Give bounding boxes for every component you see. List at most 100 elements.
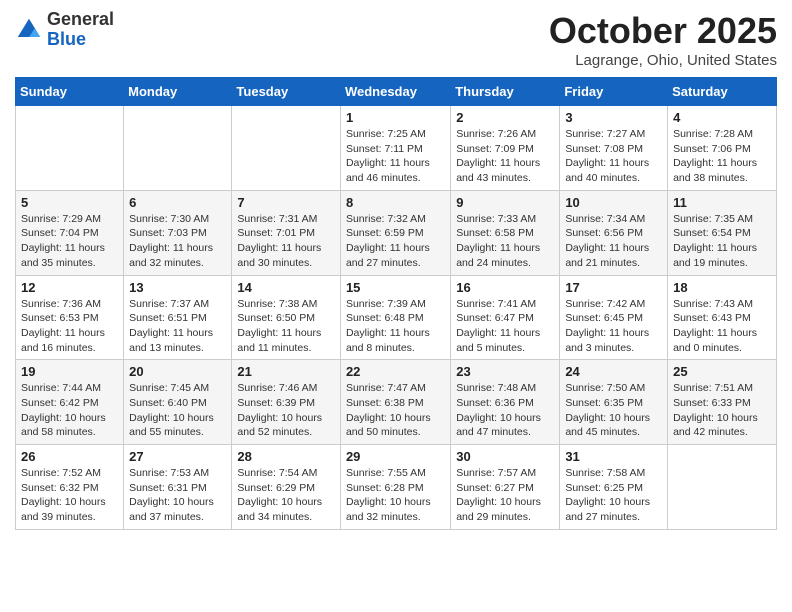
day-info: Sunrise: 7:41 AMSunset: 6:47 PMDaylight:… bbox=[456, 297, 554, 356]
calendar-cell: 12 Sunrise: 7:36 AMSunset: 6:53 PMDayligh… bbox=[16, 275, 124, 360]
month-title: October 2025 bbox=[549, 10, 777, 52]
day-number: 21 bbox=[237, 364, 335, 379]
day-number: 10 bbox=[565, 195, 662, 210]
day-number: 12 bbox=[21, 280, 118, 295]
calendar-cell: 23 Sunrise: 7:48 AMSunset: 6:36 PMDayligh… bbox=[451, 360, 560, 445]
day-number: 22 bbox=[346, 364, 445, 379]
day-number: 30 bbox=[456, 449, 554, 464]
column-header-tuesday: Tuesday bbox=[232, 78, 341, 106]
calendar-cell: 11Sunrise: 7:35 AMSunset: 6:54 PMDayligh… bbox=[668, 190, 777, 275]
calendar-week-2: 5 Sunrise: 7:29 AMSunset: 7:04 PMDaylight… bbox=[16, 190, 777, 275]
calendar-cell: 25 Sunrise: 7:51 AMSunset: 6:33 PMDayligh… bbox=[668, 360, 777, 445]
calendar-cell: 3Sunrise: 7:27 AMSunset: 7:08 PMDaylight… bbox=[560, 106, 668, 191]
calendar-cell: 16 Sunrise: 7:41 AMSunset: 6:47 PMDayligh… bbox=[451, 275, 560, 360]
day-number: 25 bbox=[673, 364, 771, 379]
day-info: Sunrise: 7:53 AMSunset: 6:31 PMDaylight:… bbox=[129, 466, 226, 525]
day-number: 9 bbox=[456, 195, 554, 210]
column-header-saturday: Saturday bbox=[668, 78, 777, 106]
calendar-cell: 10 Sunrise: 7:34 AMSunset: 6:56 PMDayligh… bbox=[560, 190, 668, 275]
day-info: Sunrise: 7:32 AMSunset: 6:59 PMDaylight:… bbox=[346, 212, 445, 271]
day-info: Sunrise: 7:29 AMSunset: 7:04 PMDaylight:… bbox=[21, 212, 118, 271]
calendar-cell: 21 Sunrise: 7:46 AMSunset: 6:39 PMDayligh… bbox=[232, 360, 341, 445]
day-info: Sunrise: 7:26 AMSunset: 7:09 PMDaylight:… bbox=[456, 127, 554, 186]
day-info: Sunrise: 7:47 AMSunset: 6:38 PMDaylight:… bbox=[346, 381, 445, 440]
day-number: 31 bbox=[565, 449, 662, 464]
calendar-cell: 31 Sunrise: 7:58 AMSunset: 6:25 PMDayligh… bbox=[560, 445, 668, 530]
calendar-cell: 28 Sunrise: 7:54 AMSunset: 6:29 PMDayligh… bbox=[232, 445, 341, 530]
day-info: Sunrise: 7:30 AMSunset: 7:03 PMDaylight:… bbox=[129, 212, 226, 271]
day-info: Sunrise: 7:37 AMSunset: 6:51 PMDaylight:… bbox=[129, 297, 226, 356]
calendar-week-4: 19 Sunrise: 7:44 AMSunset: 6:42 PMDayligh… bbox=[16, 360, 777, 445]
header-row: SundayMondayTuesdayWednesdayThursdayFrid… bbox=[16, 78, 777, 106]
day-info: Sunrise: 7:52 AMSunset: 6:32 PMDaylight:… bbox=[21, 466, 118, 525]
day-info: Sunrise: 7:58 AMSunset: 6:25 PMDaylight:… bbox=[565, 466, 662, 525]
day-info: Sunrise: 7:34 AMSunset: 6:56 PMDaylight:… bbox=[565, 212, 662, 271]
calendar-cell: 22 Sunrise: 7:47 AMSunset: 6:38 PMDayligh… bbox=[340, 360, 450, 445]
calendar-cell: 19 Sunrise: 7:44 AMSunset: 6:42 PMDayligh… bbox=[16, 360, 124, 445]
day-number: 20 bbox=[129, 364, 226, 379]
logo-text: General Blue bbox=[47, 10, 114, 50]
day-info: Sunrise: 7:45 AMSunset: 6:40 PMDaylight:… bbox=[129, 381, 226, 440]
day-info: Sunrise: 7:38 AMSunset: 6:50 PMDaylight:… bbox=[237, 297, 335, 356]
day-info: Sunrise: 7:46 AMSunset: 6:39 PMDaylight:… bbox=[237, 381, 335, 440]
column-header-wednesday: Wednesday bbox=[340, 78, 450, 106]
column-header-thursday: Thursday bbox=[451, 78, 560, 106]
day-info: Sunrise: 7:51 AMSunset: 6:33 PMDaylight:… bbox=[673, 381, 771, 440]
calendar-cell: 26 Sunrise: 7:52 AMSunset: 6:32 PMDayligh… bbox=[16, 445, 124, 530]
calendar-week-1: 1Sunrise: 7:25 AMSunset: 7:11 PMDaylight… bbox=[16, 106, 777, 191]
day-number: 28 bbox=[237, 449, 335, 464]
day-info: Sunrise: 7:35 AMSunset: 6:54 PMDaylight:… bbox=[673, 212, 771, 271]
day-number: 14 bbox=[237, 280, 335, 295]
day-info: Sunrise: 7:48 AMSunset: 6:36 PMDaylight:… bbox=[456, 381, 554, 440]
logo: General Blue bbox=[15, 10, 114, 50]
day-number: 13 bbox=[129, 280, 226, 295]
day-info: Sunrise: 7:28 AMSunset: 7:06 PMDaylight:… bbox=[673, 127, 771, 186]
calendar-cell: 27Sunrise: 7:53 AMSunset: 6:31 PMDayligh… bbox=[124, 445, 232, 530]
day-info: Sunrise: 7:44 AMSunset: 6:42 PMDaylight:… bbox=[21, 381, 118, 440]
calendar-cell: 8 Sunrise: 7:32 AMSunset: 6:59 PMDaylight… bbox=[340, 190, 450, 275]
day-info: Sunrise: 7:43 AMSunset: 6:43 PMDaylight:… bbox=[673, 297, 771, 356]
day-number: 19 bbox=[21, 364, 118, 379]
logo-general: General bbox=[47, 9, 114, 29]
day-number: 17 bbox=[565, 280, 662, 295]
calendar-cell: 15Sunrise: 7:39 AMSunset: 6:48 PMDayligh… bbox=[340, 275, 450, 360]
day-number: 16 bbox=[456, 280, 554, 295]
day-info: Sunrise: 7:54 AMSunset: 6:29 PMDaylight:… bbox=[237, 466, 335, 525]
day-number: 29 bbox=[346, 449, 445, 464]
page-header: General Blue October 2025 Lagrange, Ohio… bbox=[15, 10, 777, 69]
column-header-monday: Monday bbox=[124, 78, 232, 106]
day-info: Sunrise: 7:55 AMSunset: 6:28 PMDaylight:… bbox=[346, 466, 445, 525]
day-info: Sunrise: 7:33 AMSunset: 6:58 PMDaylight:… bbox=[456, 212, 554, 271]
day-info: Sunrise: 7:36 AMSunset: 6:53 PMDaylight:… bbox=[21, 297, 118, 356]
calendar-cell: 18Sunrise: 7:43 AMSunset: 6:43 PMDayligh… bbox=[668, 275, 777, 360]
calendar-week-5: 26 Sunrise: 7:52 AMSunset: 6:32 PMDayligh… bbox=[16, 445, 777, 530]
calendar-cell: 9 Sunrise: 7:33 AMSunset: 6:58 PMDaylight… bbox=[451, 190, 560, 275]
calendar-week-3: 12 Sunrise: 7:36 AMSunset: 6:53 PMDayligh… bbox=[16, 275, 777, 360]
day-info: Sunrise: 7:42 AMSunset: 6:45 PMDaylight:… bbox=[565, 297, 662, 356]
calendar-cell: 1Sunrise: 7:25 AMSunset: 7:11 PMDaylight… bbox=[340, 106, 450, 191]
calendar-cell: 2 Sunrise: 7:26 AMSunset: 7:09 PMDaylight… bbox=[451, 106, 560, 191]
day-number: 26 bbox=[21, 449, 118, 464]
logo-icon bbox=[15, 16, 43, 44]
calendar-cell: 14 Sunrise: 7:38 AMSunset: 6:50 PMDayligh… bbox=[232, 275, 341, 360]
day-number: 5 bbox=[21, 195, 118, 210]
column-header-friday: Friday bbox=[560, 78, 668, 106]
day-number: 4 bbox=[673, 110, 771, 125]
calendar-table: SundayMondayTuesdayWednesdayThursdayFrid… bbox=[15, 77, 777, 530]
calendar-cell: 6 Sunrise: 7:30 AMSunset: 7:03 PMDaylight… bbox=[124, 190, 232, 275]
day-number: 24 bbox=[565, 364, 662, 379]
calendar-cell bbox=[16, 106, 124, 191]
day-number: 3 bbox=[565, 110, 662, 125]
day-number: 2 bbox=[456, 110, 554, 125]
day-number: 23 bbox=[456, 364, 554, 379]
day-number: 7 bbox=[237, 195, 335, 210]
calendar-cell: 17 Sunrise: 7:42 AMSunset: 6:45 PMDayligh… bbox=[560, 275, 668, 360]
day-info: Sunrise: 7:31 AMSunset: 7:01 PMDaylight:… bbox=[237, 212, 335, 271]
calendar-cell: 13 Sunrise: 7:37 AMSunset: 6:51 PMDayligh… bbox=[124, 275, 232, 360]
title-block: October 2025 Lagrange, Ohio, United Stat… bbox=[549, 10, 777, 69]
day-number: 8 bbox=[346, 195, 445, 210]
calendar-cell: 20 Sunrise: 7:45 AMSunset: 6:40 PMDayligh… bbox=[124, 360, 232, 445]
day-number: 6 bbox=[129, 195, 226, 210]
calendar-cell: 7 Sunrise: 7:31 AMSunset: 7:01 PMDaylight… bbox=[232, 190, 341, 275]
logo-blue: Blue bbox=[47, 29, 86, 49]
